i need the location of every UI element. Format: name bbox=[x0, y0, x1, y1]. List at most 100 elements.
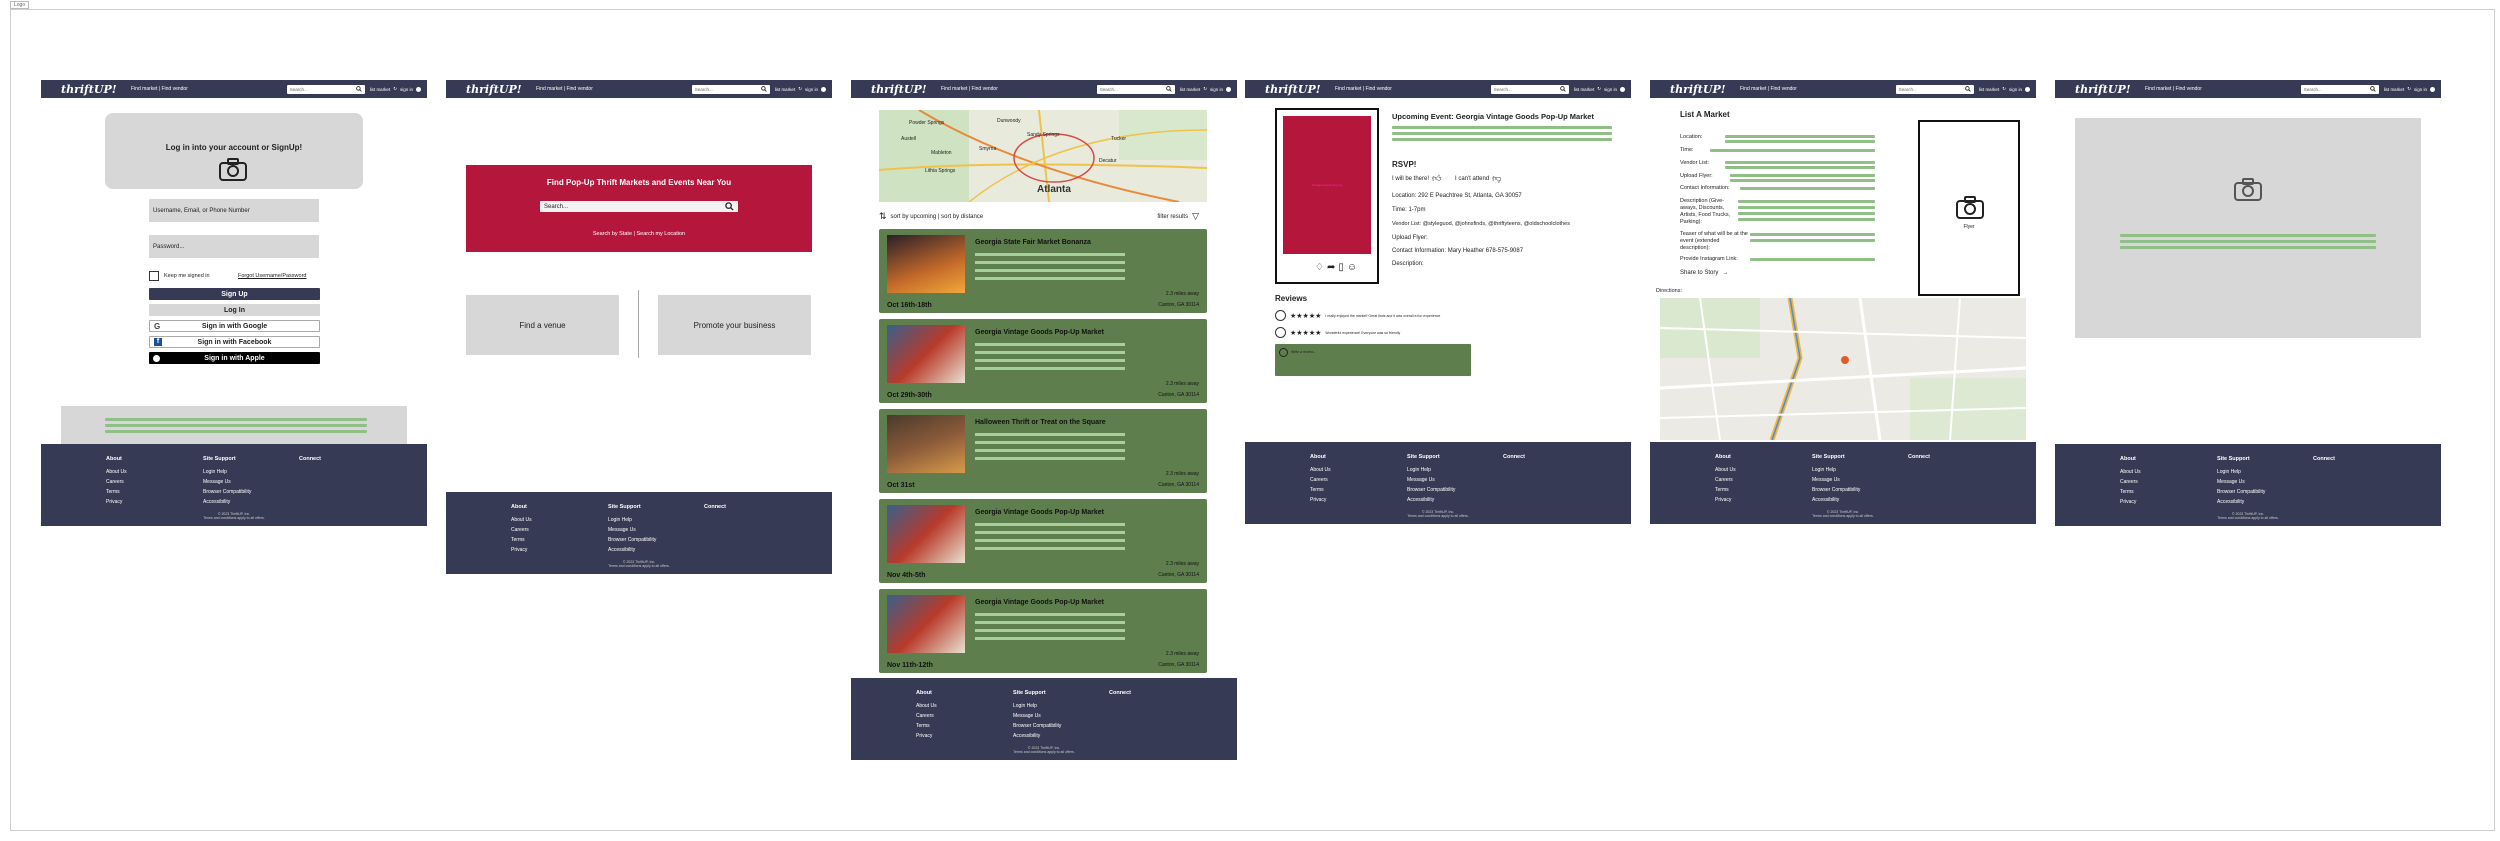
footer-link[interactable]: About Us bbox=[2120, 467, 2141, 477]
footer-link[interactable]: Careers bbox=[2120, 477, 2141, 487]
footer-link[interactable]: Careers bbox=[1715, 475, 1736, 485]
apple-button[interactable]: Sign in with Apple bbox=[149, 352, 320, 364]
list-market-link[interactable]: list market bbox=[2384, 87, 2405, 92]
forgot-link[interactable]: Forgot Username/Password bbox=[238, 273, 306, 279]
field-input[interactable] bbox=[1725, 161, 1875, 164]
thumbs-up-icon[interactable]: 👍︎ bbox=[1432, 173, 1441, 184]
footer-link[interactable]: Accessibility bbox=[203, 497, 251, 507]
filter-icon[interactable]: ▽ bbox=[1192, 211, 1199, 222]
field-input[interactable] bbox=[1740, 187, 1875, 190]
directions-map[interactable] bbox=[1660, 298, 2026, 440]
review-input[interactable]: Write a review... bbox=[1275, 344, 1471, 376]
logo[interactable]: thriftUP! bbox=[466, 83, 528, 96]
results-map[interactable]: Dunwoody Sandy Springs Smyrna Mableton P… bbox=[879, 110, 1207, 202]
footer-link[interactable]: About Us bbox=[916, 701, 937, 711]
footer-link[interactable]: Login Help bbox=[1407, 465, 1455, 475]
footer-link[interactable]: Privacy bbox=[106, 497, 127, 507]
footer-link[interactable]: About Us bbox=[1715, 465, 1736, 475]
sign-in-link[interactable]: sign in bbox=[2009, 87, 2022, 92]
footer-link[interactable]: Login Help bbox=[2217, 467, 2265, 477]
user-icon[interactable] bbox=[416, 86, 421, 92]
nav-links[interactable]: Find market | Find vendor bbox=[1740, 86, 1797, 92]
footer-link[interactable]: About Us bbox=[511, 515, 532, 525]
refresh-icon[interactable]: ↻ bbox=[2002, 86, 2006, 92]
list-market-link[interactable]: list market bbox=[1574, 87, 1595, 92]
footer-link[interactable]: Careers bbox=[106, 477, 127, 487]
footer-link[interactable]: Login Help bbox=[1013, 701, 1061, 711]
event-card[interactable]: Georgia State Fair Market Bonanza 2.3 mi… bbox=[879, 229, 1207, 313]
user-icon[interactable] bbox=[821, 86, 826, 92]
event-card[interactable]: Georgia Vintage Goods Pop-Up Market 2.3 … bbox=[879, 499, 1207, 583]
footer-link[interactable]: Browser Compatibility bbox=[2217, 487, 2265, 497]
nav-links[interactable]: Find market | Find vendor bbox=[2145, 86, 2202, 92]
footer-link[interactable]: Privacy bbox=[1715, 495, 1736, 505]
footer-link[interactable]: Terms bbox=[1310, 485, 1331, 495]
search-icon[interactable] bbox=[760, 86, 767, 92]
list-market-link[interactable]: list market bbox=[370, 87, 391, 92]
sign-in-link[interactable]: sign in bbox=[1210, 87, 1223, 92]
footer-link[interactable]: Privacy bbox=[511, 545, 532, 555]
sort-icon[interactable]: ⇅ bbox=[879, 211, 887, 222]
search-icon[interactable] bbox=[1559, 86, 1566, 92]
footer-link[interactable]: About Us bbox=[1310, 465, 1331, 475]
find-venue-button[interactable]: Find a venue bbox=[466, 295, 619, 355]
list-market-link[interactable]: list market bbox=[1180, 87, 1201, 92]
footer-link[interactable]: Terms bbox=[106, 487, 127, 497]
bell-icon[interactable]: ♢ bbox=[1315, 262, 1324, 273]
footer-link[interactable]: Careers bbox=[1310, 475, 1331, 485]
logo[interactable]: thriftUP! bbox=[61, 83, 123, 96]
refresh-icon[interactable]: ↻ bbox=[798, 86, 802, 92]
sign-in-link[interactable]: sign in bbox=[2414, 87, 2427, 92]
logo[interactable]: thriftUP! bbox=[871, 83, 933, 96]
share-icon[interactable]: ➦ bbox=[1327, 262, 1335, 273]
field-input[interactable] bbox=[1738, 200, 1875, 203]
field-input[interactable] bbox=[1750, 233, 1875, 236]
footer-link[interactable]: Terms bbox=[2120, 487, 2141, 497]
refresh-icon[interactable]: ↻ bbox=[1203, 86, 1207, 92]
footer-link[interactable]: Message Us bbox=[203, 477, 251, 487]
sign-in-link[interactable]: sign in bbox=[805, 87, 818, 92]
promote-business-button[interactable]: Promote your business bbox=[658, 295, 811, 355]
google-button[interactable]: G Sign in with Google bbox=[149, 320, 320, 332]
bookmark-icon[interactable]: ▯ bbox=[1338, 262, 1344, 273]
password-field[interactable]: Password... bbox=[149, 235, 319, 258]
footer-link[interactable]: Careers bbox=[511, 525, 532, 535]
footer-link[interactable]: Message Us bbox=[1407, 475, 1455, 485]
footer-link[interactable]: Browser Compatibility bbox=[1407, 485, 1455, 495]
footer-link[interactable]: Terms bbox=[1715, 485, 1736, 495]
footer-link[interactable]: Privacy bbox=[1310, 495, 1331, 505]
filter-control[interactable]: filter results ▽ bbox=[1157, 211, 1199, 222]
nav-links[interactable]: Find market | Find vendor bbox=[536, 86, 593, 92]
search-input[interactable]: Search... bbox=[1490, 84, 1569, 94]
footer-link[interactable]: About Us bbox=[106, 467, 127, 477]
search-icon[interactable] bbox=[1165, 86, 1172, 92]
nav-links[interactable]: Find market | Find vendor bbox=[131, 86, 188, 92]
field-input[interactable] bbox=[1750, 258, 1875, 261]
sign-in-link[interactable]: sign in bbox=[400, 87, 413, 92]
event-card[interactable]: Georgia Vintage Goods Pop-Up Market 2.3 … bbox=[879, 589, 1207, 673]
search-icon[interactable] bbox=[1964, 86, 1971, 92]
share-story-link[interactable]: Share to Story → bbox=[1680, 270, 1728, 276]
footer-link[interactable]: Privacy bbox=[916, 731, 937, 741]
footer-link[interactable]: Message Us bbox=[608, 525, 656, 535]
footer-link[interactable]: Accessibility bbox=[2217, 497, 2265, 507]
list-market-link[interactable]: list market bbox=[775, 87, 796, 92]
footer-link[interactable]: Terms bbox=[916, 721, 937, 731]
nav-links[interactable]: Find market | Find vendor bbox=[1335, 86, 1392, 92]
logo[interactable]: thriftUP! bbox=[2075, 83, 2137, 96]
footer-link[interactable]: Privacy bbox=[2120, 497, 2141, 507]
sign-in-link[interactable]: sign in bbox=[1604, 87, 1617, 92]
signup-button[interactable]: Sign Up bbox=[149, 288, 320, 300]
footer-link[interactable]: Accessibility bbox=[1407, 495, 1455, 505]
footer-link[interactable]: Login Help bbox=[1812, 465, 1860, 475]
user-icon[interactable] bbox=[2025, 86, 2030, 92]
footer-link[interactable]: Accessibility bbox=[608, 545, 656, 555]
event-card[interactable]: Georgia Vintage Goods Pop-Up Market 2.3 … bbox=[879, 319, 1207, 403]
keep-signed-in-checkbox[interactable] bbox=[149, 271, 159, 281]
footer-link[interactable]: Message Us bbox=[1013, 711, 1061, 721]
rsvp-no-button[interactable]: I can't attend 👎︎ bbox=[1455, 173, 1501, 184]
hero-search-input[interactable]: Search... bbox=[540, 201, 738, 212]
footer-link[interactable]: Login Help bbox=[608, 515, 656, 525]
hero-links[interactable]: Search by State | Search my Location bbox=[466, 231, 812, 237]
list-market-link[interactable]: list market bbox=[1979, 87, 2000, 92]
